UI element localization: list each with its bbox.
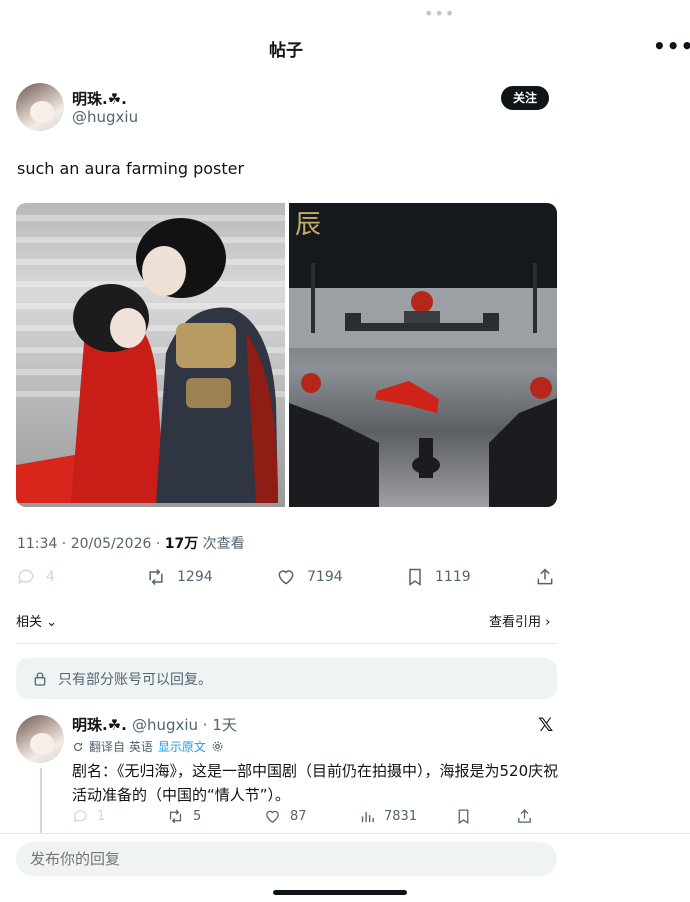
reply-icon (18, 569, 34, 585)
reply-views-count: 7831 (384, 809, 418, 824)
views-label: 次查看 (198, 536, 245, 552)
like-count: 7194 (307, 569, 343, 585)
views-icon (361, 812, 374, 823)
bookmark-action[interactable]: 1119 (405, 567, 471, 587)
chevron-down-icon: ⌄ (46, 615, 58, 630)
post-meta: 11:34 · 20/05/2026 · 17万 次查看 (17, 533, 245, 553)
gear-icon (212, 741, 223, 752)
translation-info: 翻译自 英语 显示原文 (72, 738, 224, 755)
bookmark-icon (458, 809, 469, 825)
reply-reply-count: 1 (97, 809, 106, 824)
reply-retweet-count: 5 (193, 809, 202, 824)
multitask-dots[interactable]: ••• (424, 4, 455, 23)
post-image-right[interactable]: 辰 (289, 203, 557, 507)
reply-share-action[interactable] (516, 808, 533, 825)
retweet-count: 1294 (177, 569, 213, 585)
home-indicator[interactable] (273, 890, 407, 895)
like-action[interactable]: 7194 (275, 567, 343, 587)
show-original-link[interactable]: 显示原文 (158, 738, 206, 755)
translate-icon (73, 742, 83, 751)
reply-handle-time[interactable]: @hugxiu · 1天 (132, 716, 237, 734)
thread-line (40, 768, 42, 834)
reply-like-count: 87 (290, 809, 307, 824)
avatar[interactable] (16, 83, 64, 131)
reply-views-action[interactable]: 7831 (359, 808, 417, 825)
tweet-text: such an aura farming poster (17, 159, 245, 178)
share-icon (518, 809, 531, 823)
share-action[interactable] (535, 567, 555, 587)
compose-divider (0, 833, 690, 834)
author-name[interactable]: 明珠.☘︎. (72, 88, 127, 109)
reply-avatar[interactable] (16, 715, 64, 763)
divider (16, 643, 557, 644)
reply-text: 剧名：《无归海》，这是一部中国剧（目前仍在拍摄中），海报是为520庆祝活动准备的… (72, 762, 559, 804)
reply-retweet-action[interactable]: 5 (166, 808, 201, 825)
poster-calligraphy: 辰 (295, 210, 321, 240)
retweet-icon (149, 568, 163, 586)
page-title: 帖子 (269, 41, 303, 61)
reply-action[interactable]: 4 (16, 567, 55, 587)
retweet-action[interactable]: 1294 (145, 567, 213, 587)
bookmark-icon (409, 568, 421, 586)
reply-compose-input[interactable] (16, 842, 557, 876)
reply-restriction-text: 只有部分账号可以回复。 (58, 671, 212, 688)
author-handle[interactable]: @hugxiu (72, 108, 138, 126)
reply-author-name[interactable]: 明珠.☘︎. (72, 716, 127, 734)
post-image-left[interactable] (16, 203, 285, 507)
view-quotes-label: 查看引用 (489, 615, 542, 630)
lock-icon (34, 671, 46, 686)
views-count: 17万 (164, 536, 199, 552)
reply-header: 明珠.☘︎. @hugxiu · 1天 (72, 714, 237, 735)
post-time-date: 11:34 · 20/05/2026 · (17, 536, 165, 552)
reply-reply-action[interactable]: 1 (72, 808, 105, 825)
retweet-icon (169, 809, 182, 824)
translated-from: 翻译自 英语 (89, 740, 153, 754)
x-logo-icon[interactable]: 𝕏 (538, 714, 553, 736)
reply-icon (73, 810, 87, 823)
chevron-right-icon: › (545, 615, 551, 630)
reply-bookmark-action[interactable] (455, 808, 472, 825)
related-label: 相关 (16, 615, 43, 630)
reply-restriction-notice: 只有部分账号可以回复。 (16, 658, 557, 699)
like-icon (278, 570, 294, 585)
like-icon (266, 810, 279, 823)
reply-like-action[interactable]: 87 (263, 808, 307, 825)
view-quotes-link[interactable]: 查看引用 › (489, 611, 550, 630)
bookmark-count: 1119 (435, 569, 471, 585)
more-options-icon[interactable]: ••• (653, 34, 690, 58)
reply-count: 4 (46, 569, 55, 585)
follow-button[interactable]: 关注 (501, 86, 549, 110)
related-dropdown[interactable]: 相关 ⌄ (16, 611, 57, 630)
share-icon (537, 568, 553, 585)
